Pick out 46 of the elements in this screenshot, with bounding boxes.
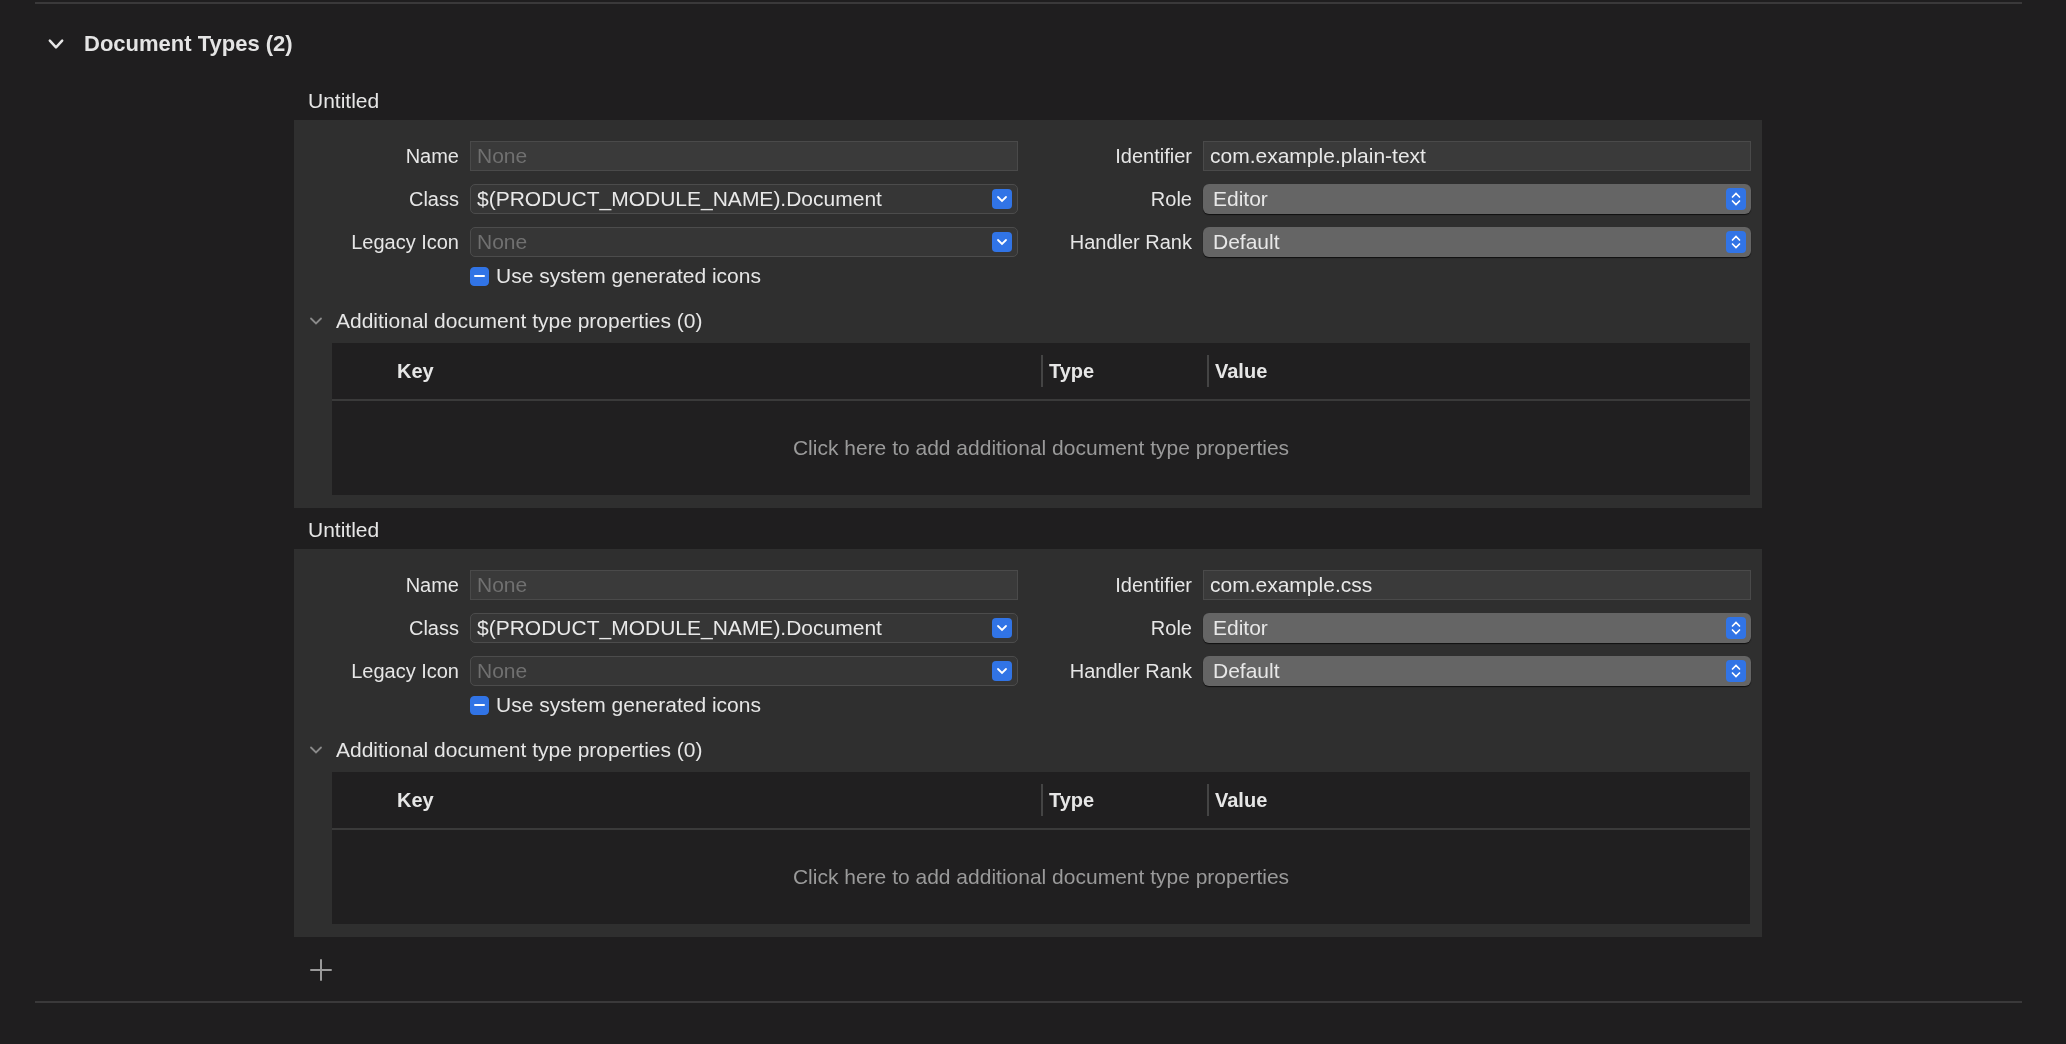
text-field[interactable]: com.example.css <box>1203 570 1751 600</box>
field-label: Identifier <box>1114 144 1192 168</box>
popup-button[interactable]: Editor <box>1203 613 1751 643</box>
up-down-chevron-icon <box>1726 617 1746 639</box>
popup-button[interactable]: Default <box>1203 227 1751 257</box>
document-type-heading: Untitled <box>308 517 381 543</box>
subsection-title: Additional document type properties (0) <box>336 738 703 762</box>
chevron-down-icon <box>992 232 1012 252</box>
field-label: Class <box>408 187 459 211</box>
column-header[interactable]: Key <box>332 355 1041 387</box>
column-header[interactable]: Value <box>1207 355 1268 387</box>
empty-table-message[interactable]: Click here to add additional document type properties <box>792 865 1290 889</box>
combo-box[interactable]: $(PRODUCT_MODULE_NAME).Document <box>470 613 1018 643</box>
column-header[interactable]: Key <box>332 784 1041 816</box>
field-label: Class <box>408 616 459 640</box>
column-header[interactable]: Type <box>1041 355 1207 387</box>
up-down-chevron-icon <box>1726 188 1746 210</box>
field-label: Handler Rank <box>1068 659 1192 683</box>
chevron-down-icon <box>992 618 1012 638</box>
column-header[interactable]: Value <box>1207 784 1268 816</box>
checkbox-label: Use system generated icons <box>496 693 761 717</box>
up-down-chevron-icon <box>1726 231 1746 253</box>
checkbox[interactable] <box>470 695 489 715</box>
field-label: Legacy Icon <box>350 230 459 254</box>
field-label: Identifier <box>1114 573 1192 597</box>
field-label: Name <box>404 573 459 597</box>
field-label: Role <box>1149 187 1192 211</box>
empty-table-message[interactable]: Click here to add additional document type properties <box>792 436 1290 460</box>
up-down-chevron-icon <box>1726 660 1746 682</box>
popup-button[interactable]: Editor <box>1203 184 1751 214</box>
popup-button[interactable]: Default <box>1203 656 1751 686</box>
chevron-down-icon <box>992 189 1012 209</box>
section-title: Document Types (2) <box>84 31 293 57</box>
subsection-title: Additional document type properties (0) <box>336 309 703 333</box>
add-icon[interactable] <box>310 959 332 981</box>
checkbox[interactable] <box>470 266 489 286</box>
field-label: Name <box>404 144 459 168</box>
combo-box[interactable]: $(PRODUCT_MODULE_NAME).Document <box>470 184 1018 214</box>
field-label: Role <box>1149 616 1192 640</box>
checkbox-label: Use system generated icons <box>496 264 761 288</box>
document-type-heading: Untitled <box>308 88 381 114</box>
chevron-down-icon <box>992 661 1012 681</box>
field-label: Handler Rank <box>1068 230 1192 254</box>
column-header[interactable]: Type <box>1041 784 1207 816</box>
text-field[interactable]: com.example.plain-text <box>1203 141 1751 171</box>
field-label: Legacy Icon <box>350 659 459 683</box>
